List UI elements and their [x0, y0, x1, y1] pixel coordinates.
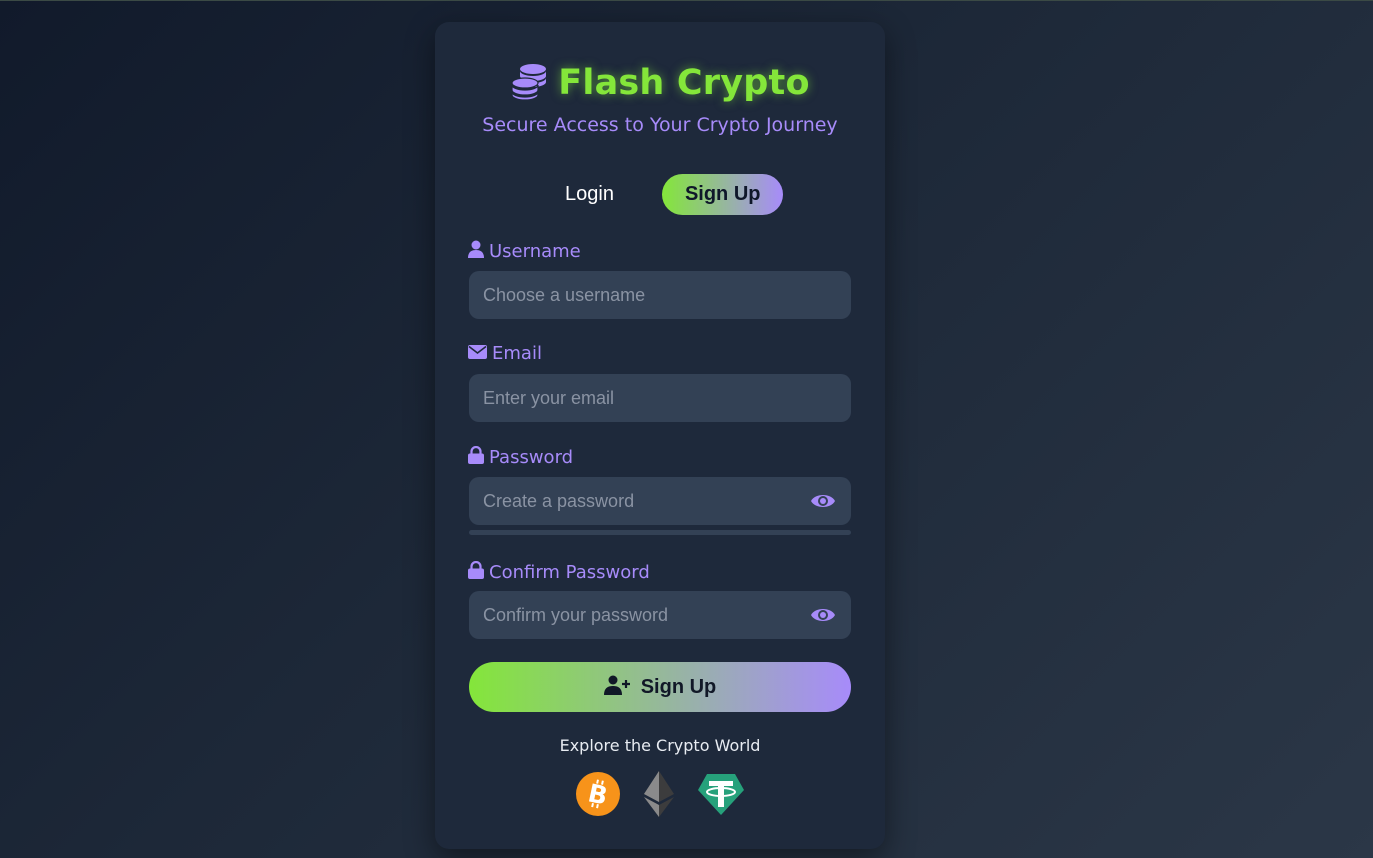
lock-icon [468, 445, 484, 469]
coin-links: B [575, 769, 745, 819]
user-plus-icon [603, 675, 631, 699]
username-label: Username [468, 240, 581, 263]
password-label: Password [468, 445, 574, 469]
bitcoin-icon[interactable]: B [575, 771, 621, 817]
email-field-box [469, 374, 851, 422]
signup-submit-button[interactable]: Sign Up [469, 662, 851, 712]
user-icon [468, 240, 484, 263]
username-field-box [469, 271, 851, 319]
window-top-border [0, 0, 1373, 1]
username-input[interactable] [469, 271, 769, 319]
tab-login[interactable]: Login [545, 174, 634, 215]
password-field-box [469, 477, 851, 525]
tether-icon[interactable] [697, 772, 745, 816]
coins-icon [510, 62, 548, 104]
ethereum-icon[interactable] [642, 770, 676, 818]
tab-signup[interactable]: Sign Up [661, 174, 784, 215]
password-strength-bar [469, 530, 851, 535]
email-input[interactable] [469, 374, 769, 422]
eye-icon[interactable] [810, 489, 836, 513]
auth-tabs: Login Sign Up [545, 174, 784, 215]
brand-header: Flash Crypto [435, 62, 885, 104]
username-label-text: Username [489, 241, 581, 262]
confirm-password-label: Confirm Password [468, 560, 650, 584]
signup-submit-label: Sign Up [640, 675, 717, 698]
explore-label: Explore the Crypto World [559, 736, 761, 755]
auth-card: Flash Crypto Secure Access to Your Crypt… [435, 22, 885, 849]
email-label: Email [468, 343, 542, 364]
password-input[interactable] [469, 477, 769, 525]
confirm-password-label-text: Confirm Password [489, 562, 650, 583]
confirm-password-field-box [469, 591, 851, 639]
app-title: Flash Crypto [558, 63, 810, 103]
confirm-password-input[interactable] [469, 591, 769, 639]
email-label-text: Email [492, 343, 542, 364]
envelope-icon [468, 343, 487, 364]
password-label-text: Password [489, 447, 574, 468]
eye-icon[interactable] [810, 603, 836, 627]
app-subtitle: Secure Access to Your Crypto Journey [482, 114, 838, 136]
lock-icon [468, 560, 484, 584]
